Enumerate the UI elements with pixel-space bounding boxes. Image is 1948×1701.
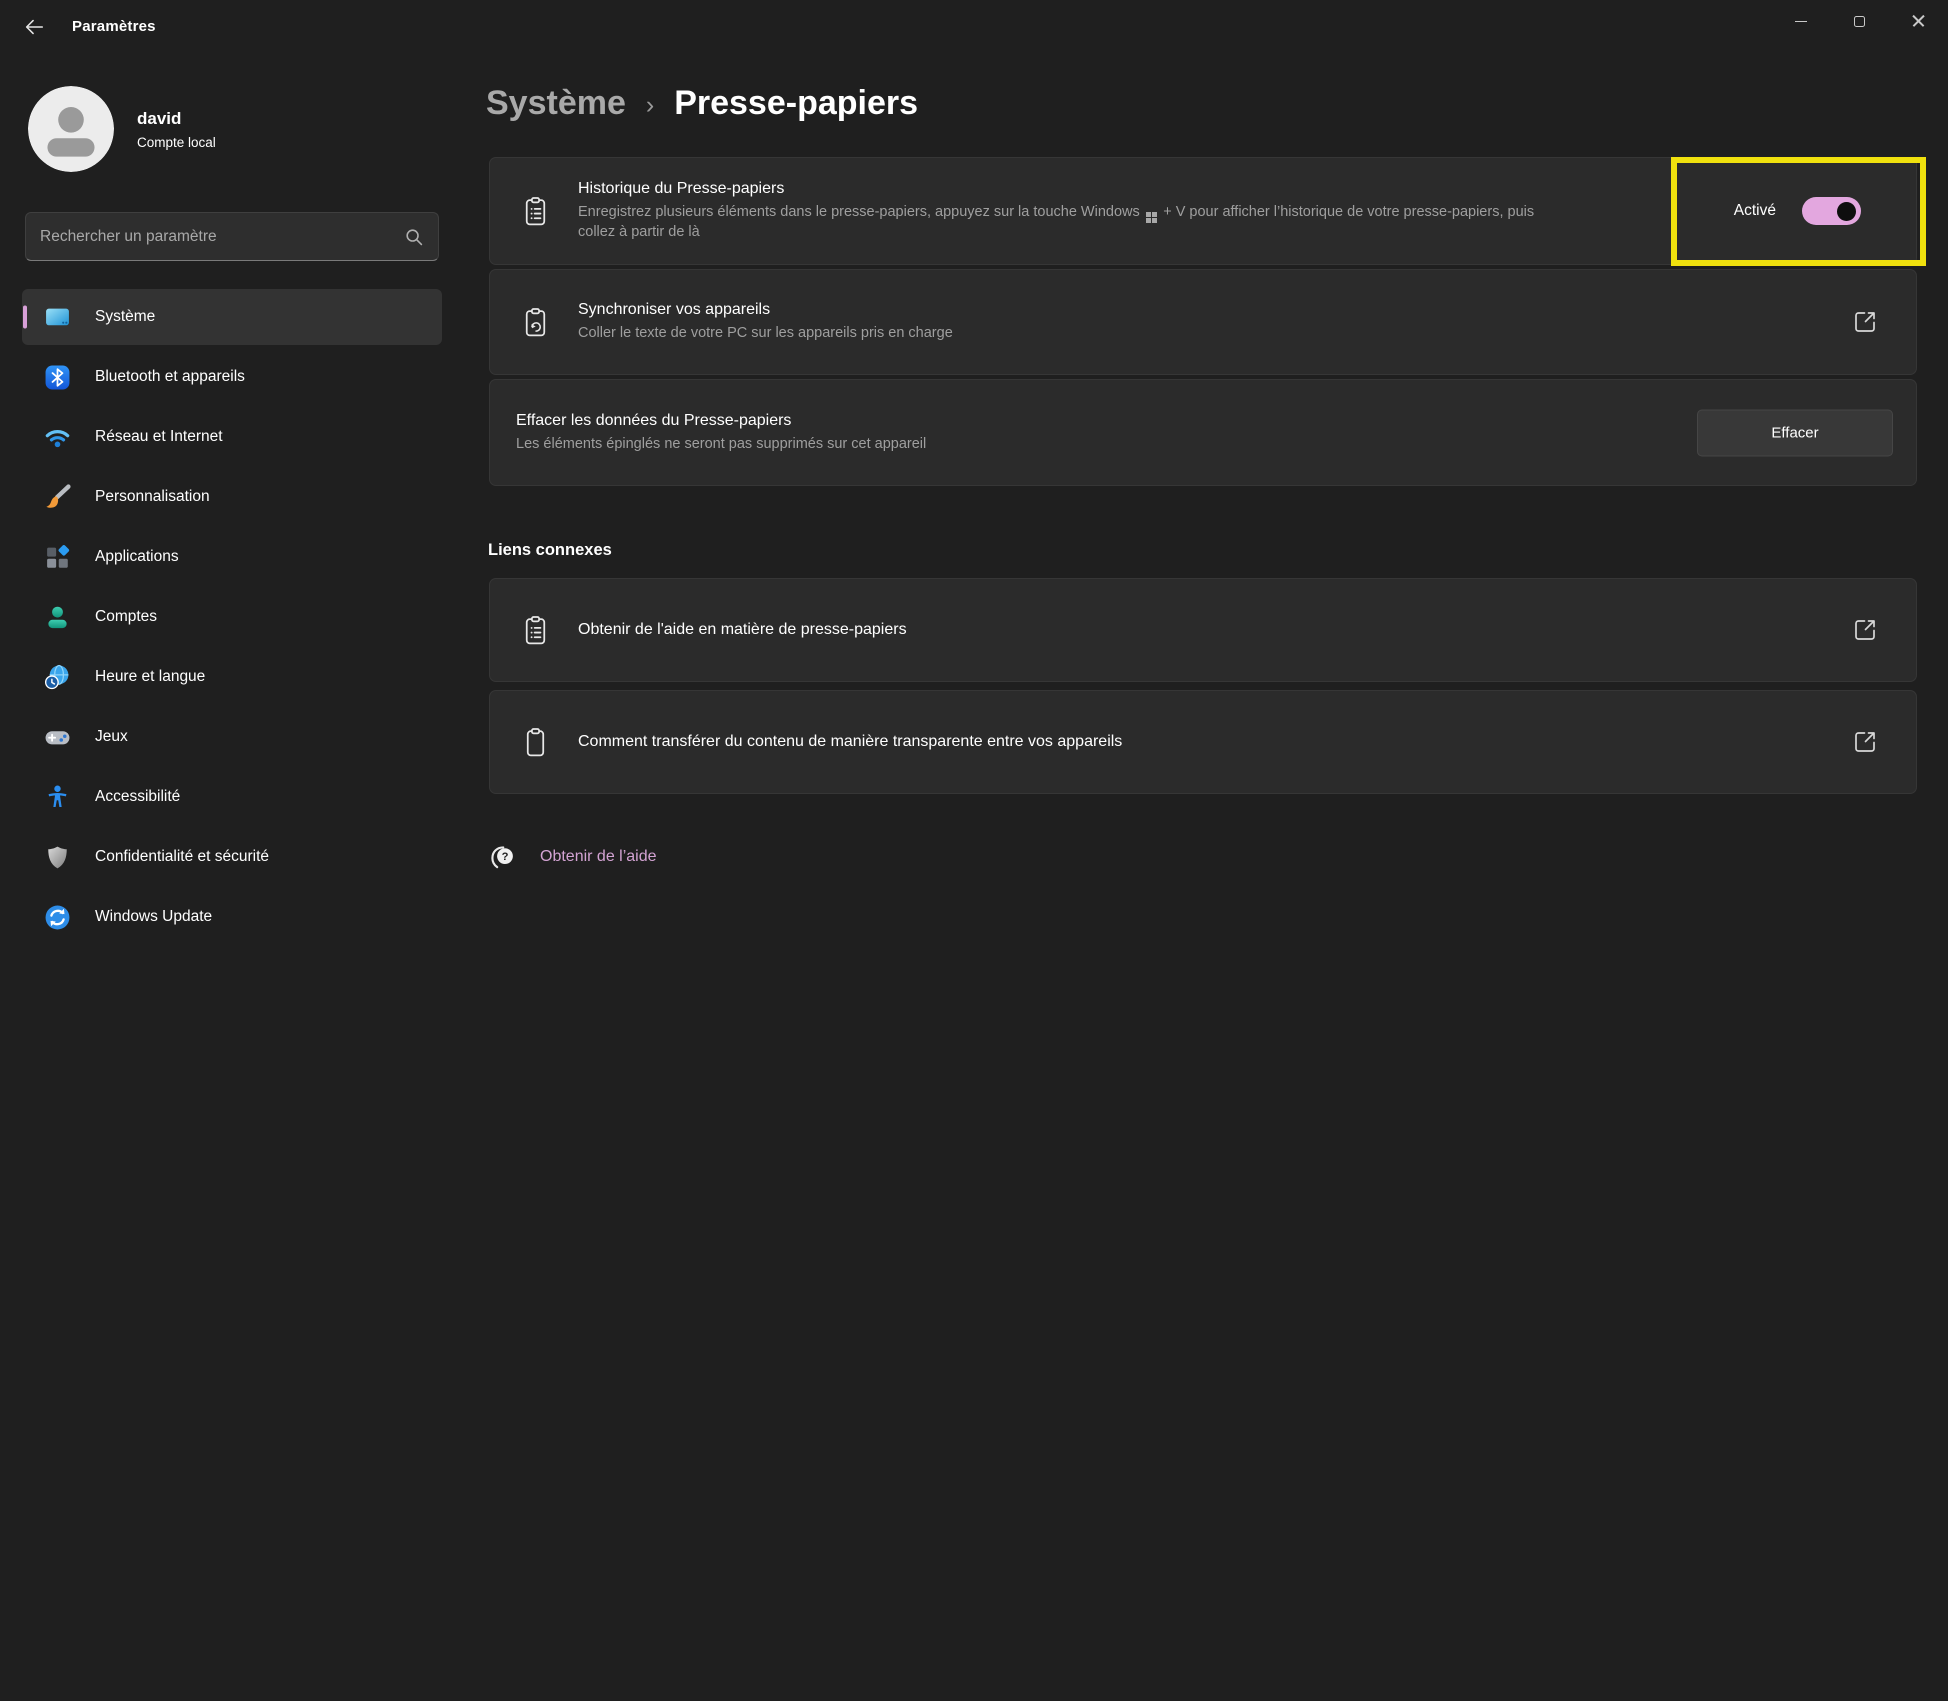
back-button[interactable] [14,10,54,44]
shield-icon [44,844,71,871]
maximize-icon [1854,16,1865,27]
sync-title: Synchroniser vos appareils [578,301,953,319]
close-icon [1912,15,1925,28]
close-button[interactable] [1889,0,1948,42]
sync-devices-card[interactable]: Synchroniser vos appareils Coller le tex… [489,269,1917,375]
sidebar-item-label: Heure et langue [95,668,205,686]
help-icon: ? [486,841,518,873]
transfer-content-link-card[interactable]: Comment transférer du contenu de manière… [489,690,1917,794]
chevron-right-icon: › [646,88,654,120]
minimize-icon [1795,21,1807,22]
sidebar-item-windows-update[interactable]: Windows Update [22,889,442,945]
sidebar-item-label: Bluetooth et appareils [95,368,245,386]
user-name: david [137,109,216,129]
sidebar-item-label: Comptes [95,608,157,626]
clipboard-history-toggle[interactable] [1802,197,1861,225]
sidebar-item-comptes[interactable]: Comptes [22,589,442,645]
clipboard-history-card: Historique du Presse-papiers Enregistrez… [489,157,1917,265]
sidebar-item-label: Réseau et Internet [95,428,223,446]
time-language-icon [44,664,71,691]
external-link-icon [1852,617,1878,643]
external-link-icon [1852,309,1878,335]
app-title: Paramètres [72,18,156,35]
minimize-button[interactable] [1771,0,1830,42]
user-profile[interactable]: david Compte local [28,86,216,172]
sidebar-item-accessibilite[interactable]: Accessibilité [22,769,442,825]
accessibility-icon [44,784,71,811]
clear-button[interactable]: Effacer [1697,409,1893,456]
accounts-icon [44,604,71,631]
window-controls [1771,0,1948,42]
system-icon [44,304,71,331]
sidebar-item-label: Personnalisation [95,488,210,506]
selected-accent-pill [23,306,27,329]
history-title: Historique du Presse-papiers [578,180,1553,198]
sidebar-item-bluetooth[interactable]: Bluetooth et appareils [22,349,442,405]
windows-update-icon [44,904,71,931]
sidebar-item-systeme[interactable]: Système [22,289,442,345]
sidebar-item-label: Applications [95,548,179,566]
clipboard-icon [519,726,552,759]
account-type: Compte local [137,135,216,150]
windows-logo-icon [1146,212,1157,223]
history-description: Enregistrez plusieurs éléments dans le p… [578,203,1553,242]
paintbrush-icon [44,484,71,511]
sidebar-item-label: Confidentialité et sécurité [95,848,269,866]
sidebar-item-jeux[interactable]: Jeux [22,709,442,765]
related-link-label: Obtenir de l'aide en matière de presse-p… [578,621,907,639]
external-link-icon [1852,729,1878,755]
sidebar-item-label: Jeux [95,728,128,746]
sidebar-item-confidentialite[interactable]: Confidentialité et sécurité [22,829,442,885]
settings-window: Paramètres david Compte local [0,0,1948,1701]
related-link-label: Comment transférer du contenu de manière… [578,733,1122,751]
sidebar-item-personnalisation[interactable]: Personnalisation [22,469,442,525]
toggle-knob [1837,202,1856,221]
breadcrumb-parent[interactable]: Système [486,84,626,123]
page-title: Presse-papiers [674,84,918,123]
sidebar-item-reseau[interactable]: Réseau et Internet [22,409,442,465]
sidebar-nav: Système Bluetooth et appareils [22,289,442,949]
help-clipboard-link-card[interactable]: Obtenir de l'aide en matière de presse-p… [489,578,1917,682]
search-input[interactable] [26,228,404,246]
clipboard-list-icon [519,614,552,647]
sidebar-item-heure-langue[interactable]: Heure et langue [22,649,442,705]
sidebar-item-label: Système [95,308,155,326]
titlebar: Paramètres [0,0,1948,55]
history-toggle-row: Activé [1734,197,1861,225]
back-arrow-icon [23,16,45,38]
search-icon [404,227,424,247]
svg-text:?: ? [502,851,509,863]
avatar [28,86,114,172]
clipboard-sync-icon [519,306,552,339]
breadcrumb: Système › Presse-papiers [486,84,918,123]
clipboard-list-icon [519,195,552,228]
get-help-link[interactable]: Obtenir de l’aide [540,848,657,866]
toggle-state-label: Activé [1734,202,1776,220]
history-desc-before: Enregistrez plusieurs éléments dans le p… [578,204,1140,220]
sidebar-item-applications[interactable]: Applications [22,529,442,585]
sidebar-item-label: Windows Update [95,908,212,926]
clear-title: Effacer les données du Presse-papiers [516,412,926,430]
bluetooth-icon [44,364,71,391]
get-help-row: ? Obtenir de l’aide [486,841,657,873]
maximize-button[interactable] [1830,0,1889,42]
apps-icon [44,544,71,571]
settings-search[interactable] [25,212,439,261]
wifi-icon [44,424,71,451]
gamepad-icon [44,724,71,751]
sidebar: david Compte local Système [0,55,462,1701]
clear-description: Les éléments épinglés ne seront pas supp… [516,435,926,454]
sidebar-item-label: Accessibilité [95,788,180,806]
clear-clipboard-card: Effacer les données du Presse-papiers Le… [489,379,1917,486]
related-links-header: Liens connexes [488,541,612,560]
sync-description: Coller le texte de votre PC sur les appa… [578,324,953,343]
